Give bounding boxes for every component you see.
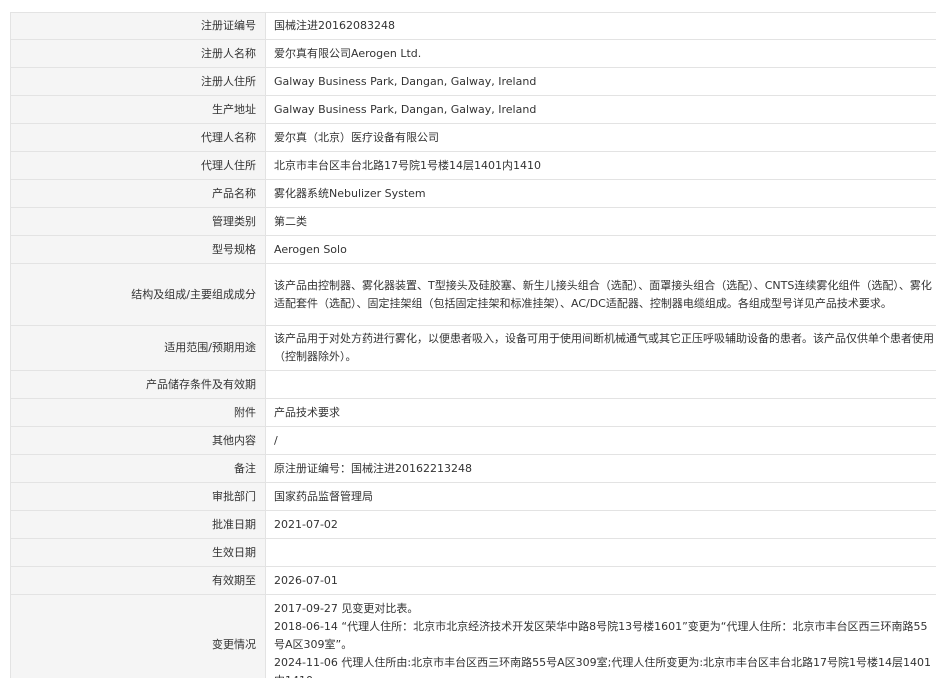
table-row: 产品名称 雾化器系统Nebulizer System	[10, 179, 936, 208]
table-row: 代理人住所 北京市丰台区丰台北路17号院1号楼14层1401内1410	[10, 151, 936, 180]
row-value: Galway Business Park, Dangan, Galway, Ir…	[265, 67, 936, 96]
row-label: 产品储存条件及有效期	[10, 370, 266, 399]
registration-table: 注册证编号 国械注进20162083248 注册人名称 爱尔真有限公司Aerog…	[10, 12, 936, 678]
table-row: 审批部门 国家药品监督管理局	[10, 482, 936, 511]
table-row: 结构及组成/主要组成成分 该产品由控制器、雾化器装置、T型接头及硅胶塞、新生儿接…	[10, 263, 936, 326]
table-row: 有效期至 2026-07-01	[10, 566, 936, 595]
row-value: 雾化器系统Nebulizer System	[265, 179, 936, 208]
row-value-changes: 2017-09-27 见变更对比表。 2018-06-14 “代理人住所：北京市…	[265, 594, 936, 678]
row-label: 注册人名称	[10, 39, 266, 68]
change-line: 2018-06-14 “代理人住所：北京市北京经济技术开发区荣华中路8号院13号…	[274, 620, 928, 651]
table-row: 注册人住所 Galway Business Park, Dangan, Galw…	[10, 67, 936, 96]
table-row: 备注 原注册证编号：国械注进20162213248	[10, 454, 936, 483]
row-value: 2021-07-02	[265, 510, 936, 539]
row-label: 审批部门	[10, 482, 266, 511]
table-row: 生产地址 Galway Business Park, Dangan, Galwa…	[10, 95, 936, 124]
row-label: 适用范围/预期用途	[10, 325, 266, 371]
row-label: 产品名称	[10, 179, 266, 208]
table-row: 产品储存条件及有效期	[10, 370, 936, 399]
change-line: 2024-11-06 代理人住所由:北京市丰台区西三环南路55号A区309室;代…	[274, 656, 932, 678]
row-value	[265, 370, 936, 399]
row-label: 代理人住所	[10, 151, 266, 180]
row-label: 其他内容	[10, 426, 266, 455]
row-value: 该产品由控制器、雾化器装置、T型接头及硅胶塞、新生儿接头组合（选配）、面罩接头组…	[265, 263, 936, 326]
row-label: 管理类别	[10, 207, 266, 236]
table-row: 注册人名称 爱尔真有限公司Aerogen Ltd.	[10, 39, 936, 68]
row-value: 北京市丰台区丰台北路17号院1号楼14层1401内1410	[265, 151, 936, 180]
row-value: 爱尔真（北京）医疗设备有限公司	[265, 123, 936, 152]
row-value	[265, 538, 936, 567]
row-label: 附件	[10, 398, 266, 427]
row-value: 2026-07-01	[265, 566, 936, 595]
row-value: /	[265, 426, 936, 455]
table-row: 变更情况 2017-09-27 见变更对比表。 2018-06-14 “代理人住…	[10, 594, 936, 678]
row-label: 有效期至	[10, 566, 266, 595]
table-row: 注册证编号 国械注进20162083248	[10, 12, 936, 40]
row-value: 国械注进20162083248	[265, 12, 936, 40]
top-strip	[0, 0, 936, 12]
row-label: 备注	[10, 454, 266, 483]
row-label: 型号规格	[10, 235, 266, 264]
registration-detail-page: 注册证编号 国械注进20162083248 注册人名称 爱尔真有限公司Aerog…	[0, 0, 936, 678]
row-value: 该产品用于对处方药进行雾化，以便患者吸入，设备可用于使用间断机械通气或其它正压呼…	[265, 325, 936, 371]
row-value: 第二类	[265, 207, 936, 236]
row-label: 代理人名称	[10, 123, 266, 152]
row-label: 生效日期	[10, 538, 266, 567]
row-value: 国家药品监督管理局	[265, 482, 936, 511]
table-row: 其他内容 /	[10, 426, 936, 455]
row-label: 结构及组成/主要组成成分	[10, 263, 266, 326]
row-label: 注册人住所	[10, 67, 266, 96]
row-value: 爱尔真有限公司Aerogen Ltd.	[265, 39, 936, 68]
row-label: 生产地址	[10, 95, 266, 124]
row-label: 注册证编号	[10, 12, 266, 40]
table-row: 适用范围/预期用途 该产品用于对处方药进行雾化，以便患者吸入，设备可用于使用间断…	[10, 325, 936, 371]
table-row: 生效日期	[10, 538, 936, 567]
row-label: 批准日期	[10, 510, 266, 539]
change-line: 2017-09-27 见变更对比表。	[274, 602, 419, 615]
table-row: 型号规格 Aerogen Solo	[10, 235, 936, 264]
row-value: 原注册证编号：国械注进20162213248	[265, 454, 936, 483]
row-value: Galway Business Park, Dangan, Galway, Ir…	[265, 95, 936, 124]
table-row: 附件 产品技术要求	[10, 398, 936, 427]
row-value: 产品技术要求	[265, 398, 936, 427]
row-label: 变更情况	[10, 594, 266, 678]
table-row: 批准日期 2021-07-02	[10, 510, 936, 539]
table-row: 管理类别 第二类	[10, 207, 936, 236]
table-row: 代理人名称 爱尔真（北京）医疗设备有限公司	[10, 123, 936, 152]
row-value: Aerogen Solo	[265, 235, 936, 264]
